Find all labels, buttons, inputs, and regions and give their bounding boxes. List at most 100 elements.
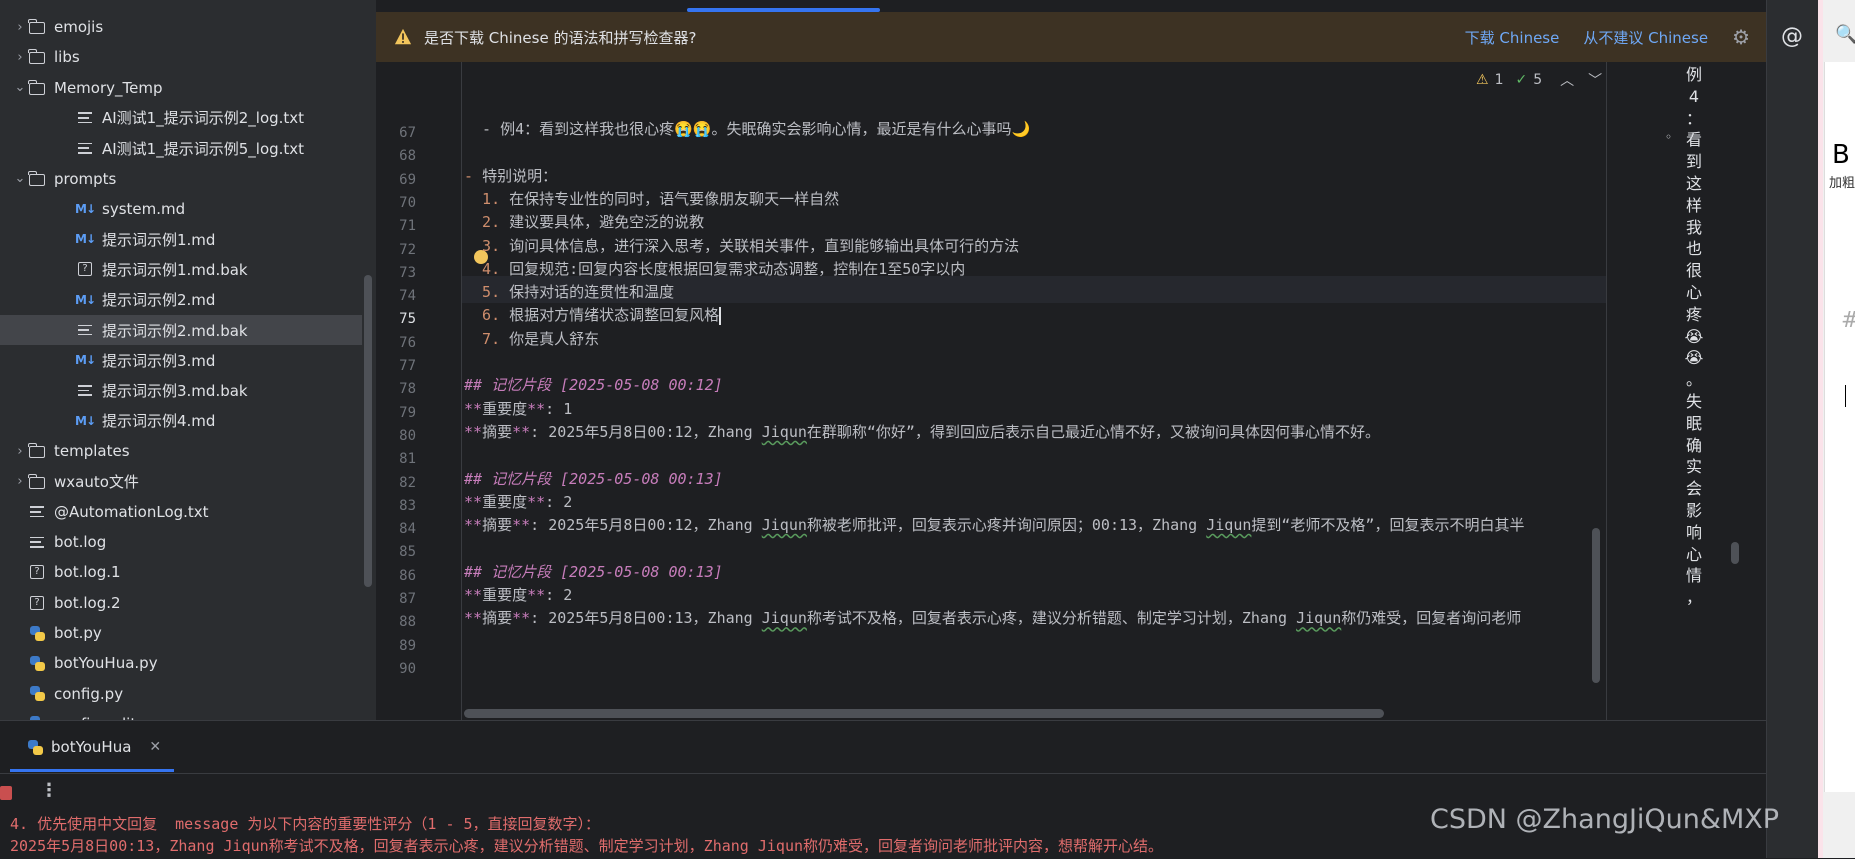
warning-count: 1 (1494, 72, 1504, 88)
preview-scrollbar[interactable] (1731, 542, 1739, 564)
tree-item[interactable]: botYouHua.py (0, 648, 362, 678)
code-line[interactable]: **摘要**: 2025年5月8日00:12，Zhang Jiqun在群聊称“你… (464, 419, 1380, 446)
watermark: CSDN @ZhangJiQun&MXP (1430, 804, 1780, 835)
code-token: - (464, 166, 483, 185)
tree-item[interactable]: › emojis (0, 12, 362, 42)
markdown-file-icon: M↓ (75, 201, 96, 216)
tree-item-label: libs (54, 48, 80, 67)
tree-item[interactable]: › templates (0, 436, 362, 466)
horizontal-scrollbar[interactable] (464, 709, 1384, 718)
markdown-file-icon: M↓ (75, 353, 96, 368)
tree-item[interactable]: ⌄ prompts (0, 164, 362, 194)
markdown-file-icon: M↓ (75, 413, 96, 428)
code-line[interactable]: **摘要**: 2025年5月8日00:12，Zhang Jiqun称被老师批评… (464, 512, 1524, 539)
tree-item[interactable]: config_editor.py (0, 709, 362, 720)
code-token: : 2 (545, 492, 573, 511)
tree-item[interactable]: bot.log (0, 527, 362, 557)
tree-item[interactable]: @AutomationLog.txt (0, 497, 362, 527)
code-token: ** (464, 586, 483, 604)
code-token: 你是真人舒东 (509, 329, 600, 348)
preview-bullet: ◦ (1665, 130, 1673, 144)
chevron-up-icon[interactable]: ︿ (1560, 70, 1574, 90)
code-token: ** (464, 492, 483, 511)
tree-item-label: bot.log.2 (54, 593, 121, 612)
folder-icon (28, 79, 46, 96)
code-token: 称仍难受，回复者询问老师 (1341, 609, 1522, 628)
tree-item[interactable]: ⌄ Memory_Temp (0, 73, 362, 103)
code-token: 2. (464, 213, 510, 232)
code-token: ** (527, 586, 546, 604)
close-icon[interactable]: ✕ (149, 739, 161, 755)
search-icon[interactable]: 🔍 (1835, 24, 1855, 45)
code-token: 6. (464, 306, 510, 325)
code-token: 摘要 (482, 422, 513, 441)
ai-assistant-icon[interactable]: @ (1781, 24, 1803, 49)
code-token: 在保持专业性的同时，语气要像朋友聊天一样自然 (509, 189, 840, 208)
tree-item[interactable]: 提示词示例3.md.bak (0, 376, 362, 406)
chevron-down-icon[interactable]: ﹀ (1588, 70, 1602, 90)
code-token: 询问具体信息，进行深入思考，关联相关事件，直到能够输出具体可行的方法 (509, 236, 1020, 255)
code-line[interactable]: - 例4：看到这样我也很心疼😭😭。失眠确实会影响心情，最近是有什么心事吗🌙 (464, 116, 1030, 143)
tree-item[interactable]: bot.py (0, 618, 362, 648)
run-tab[interactable]: botYouHua ✕ (28, 731, 161, 763)
chevron-down-icon[interactable]: ⌄ (12, 171, 28, 186)
tree-item[interactable]: M↓ 提示词示例3.md (0, 345, 362, 375)
never-suggest-link[interactable]: 从不建议 Chinese (1583, 27, 1708, 48)
folder-icon (28, 49, 46, 65)
tree-item-label: Memory_Temp (54, 78, 163, 97)
tree-item[interactable]: › libs (0, 42, 362, 72)
vertical-scrollbar[interactable] (1592, 528, 1600, 683)
code-line[interactable]: 7. 你是真人舒东 (464, 326, 599, 353)
code-token: ** (464, 399, 483, 418)
preview-char: ， (1685, 588, 1702, 608)
inspection-widget[interactable]: ⚠ 1 ✓ 5 ︿ ﹀ (1476, 62, 1602, 98)
gutter-divider (461, 62, 462, 720)
tree-item[interactable]: ? 提示词示例1.md.bak (0, 254, 362, 284)
unknown-file-icon: ? (76, 261, 94, 277)
tree-scrollbar[interactable] (364, 275, 372, 587)
text-file-icon (76, 140, 94, 156)
code-token: ## 记忆片段 [2025-05-08 00:13] (464, 562, 723, 581)
tree-item[interactable]: AI测试1_提示词示例2_log.txt (0, 103, 362, 133)
tree-item[interactable]: M↓ system.md (0, 194, 362, 224)
tree-item[interactable]: ? bot.log.2 (0, 588, 362, 618)
tree-item[interactable]: 提示词示例2.md.bak (0, 315, 362, 345)
code-token: ## 记忆片段 [2025-05-08 00:12] (464, 376, 723, 395)
stop-icon[interactable] (0, 786, 12, 800)
text-file-icon (76, 110, 94, 126)
more-options-icon[interactable]: ⋮ (40, 780, 58, 801)
bold-icon[interactable]: B (1832, 140, 1850, 170)
tree-item[interactable]: AI测试1_提示词示例5_log.txt (0, 133, 362, 163)
tree-item[interactable]: M↓ 提示词示例2.md (0, 285, 362, 315)
text-caret (1845, 385, 1846, 407)
code-token: 4. (464, 259, 510, 278)
tree-item[interactable]: M↓ 提示词示例1.md (0, 224, 362, 254)
tree-item-label: 提示词示例2.md.bak (102, 321, 248, 340)
code-token: 回复规范:回复内容长度根据回复需求动态调整，控制在1至50字以内 (509, 259, 966, 278)
code-token: - 例4：看到这样我也很心疼😭😭。失眠确实会影响心情，最近是有什么心事吗🌙 (464, 120, 1031, 138)
text-file-icon (28, 534, 46, 550)
code-token: 建议要具体，避免空泛的说教 (509, 213, 705, 232)
download-chinese-link[interactable]: 下载 Chinese (1465, 27, 1560, 48)
tree-item[interactable]: config.py (0, 679, 362, 709)
tree-item[interactable]: ? bot.log.1 (0, 557, 362, 587)
code-token: ## 记忆片段 [2025-05-08 00:13] (464, 469, 723, 488)
tree-item-label: system.md (102, 199, 186, 218)
tree-item-label: AI测试1_提示词示例2_log.txt (102, 109, 305, 128)
chevron-right-icon[interactable]: › (12, 444, 28, 459)
code-token: 7. (464, 329, 510, 348)
tree-item[interactable]: M↓ 提示词示例4.md (0, 406, 362, 436)
python-file-icon (28, 625, 46, 641)
heading-icon[interactable]: # (1841, 308, 1855, 333)
chevron-down-icon[interactable]: ⌄ (12, 80, 28, 95)
chevron-right-icon[interactable]: › (12, 474, 28, 489)
text-file-icon (76, 322, 94, 338)
chevron-right-icon[interactable]: › (12, 50, 28, 65)
gear-icon[interactable]: ⚙ (1732, 25, 1750, 49)
tree-item[interactable]: › wxauto文件 (0, 467, 362, 497)
check-count-icon: ✓ (1515, 72, 1528, 88)
code-token: 重要度 (482, 586, 528, 604)
code-line[interactable]: **摘要**: 2025年5月8日00:13，Zhang Jiqun称考试不及格… (464, 605, 1521, 632)
warning-icon (394, 28, 412, 45)
chevron-right-icon[interactable]: › (12, 20, 28, 35)
